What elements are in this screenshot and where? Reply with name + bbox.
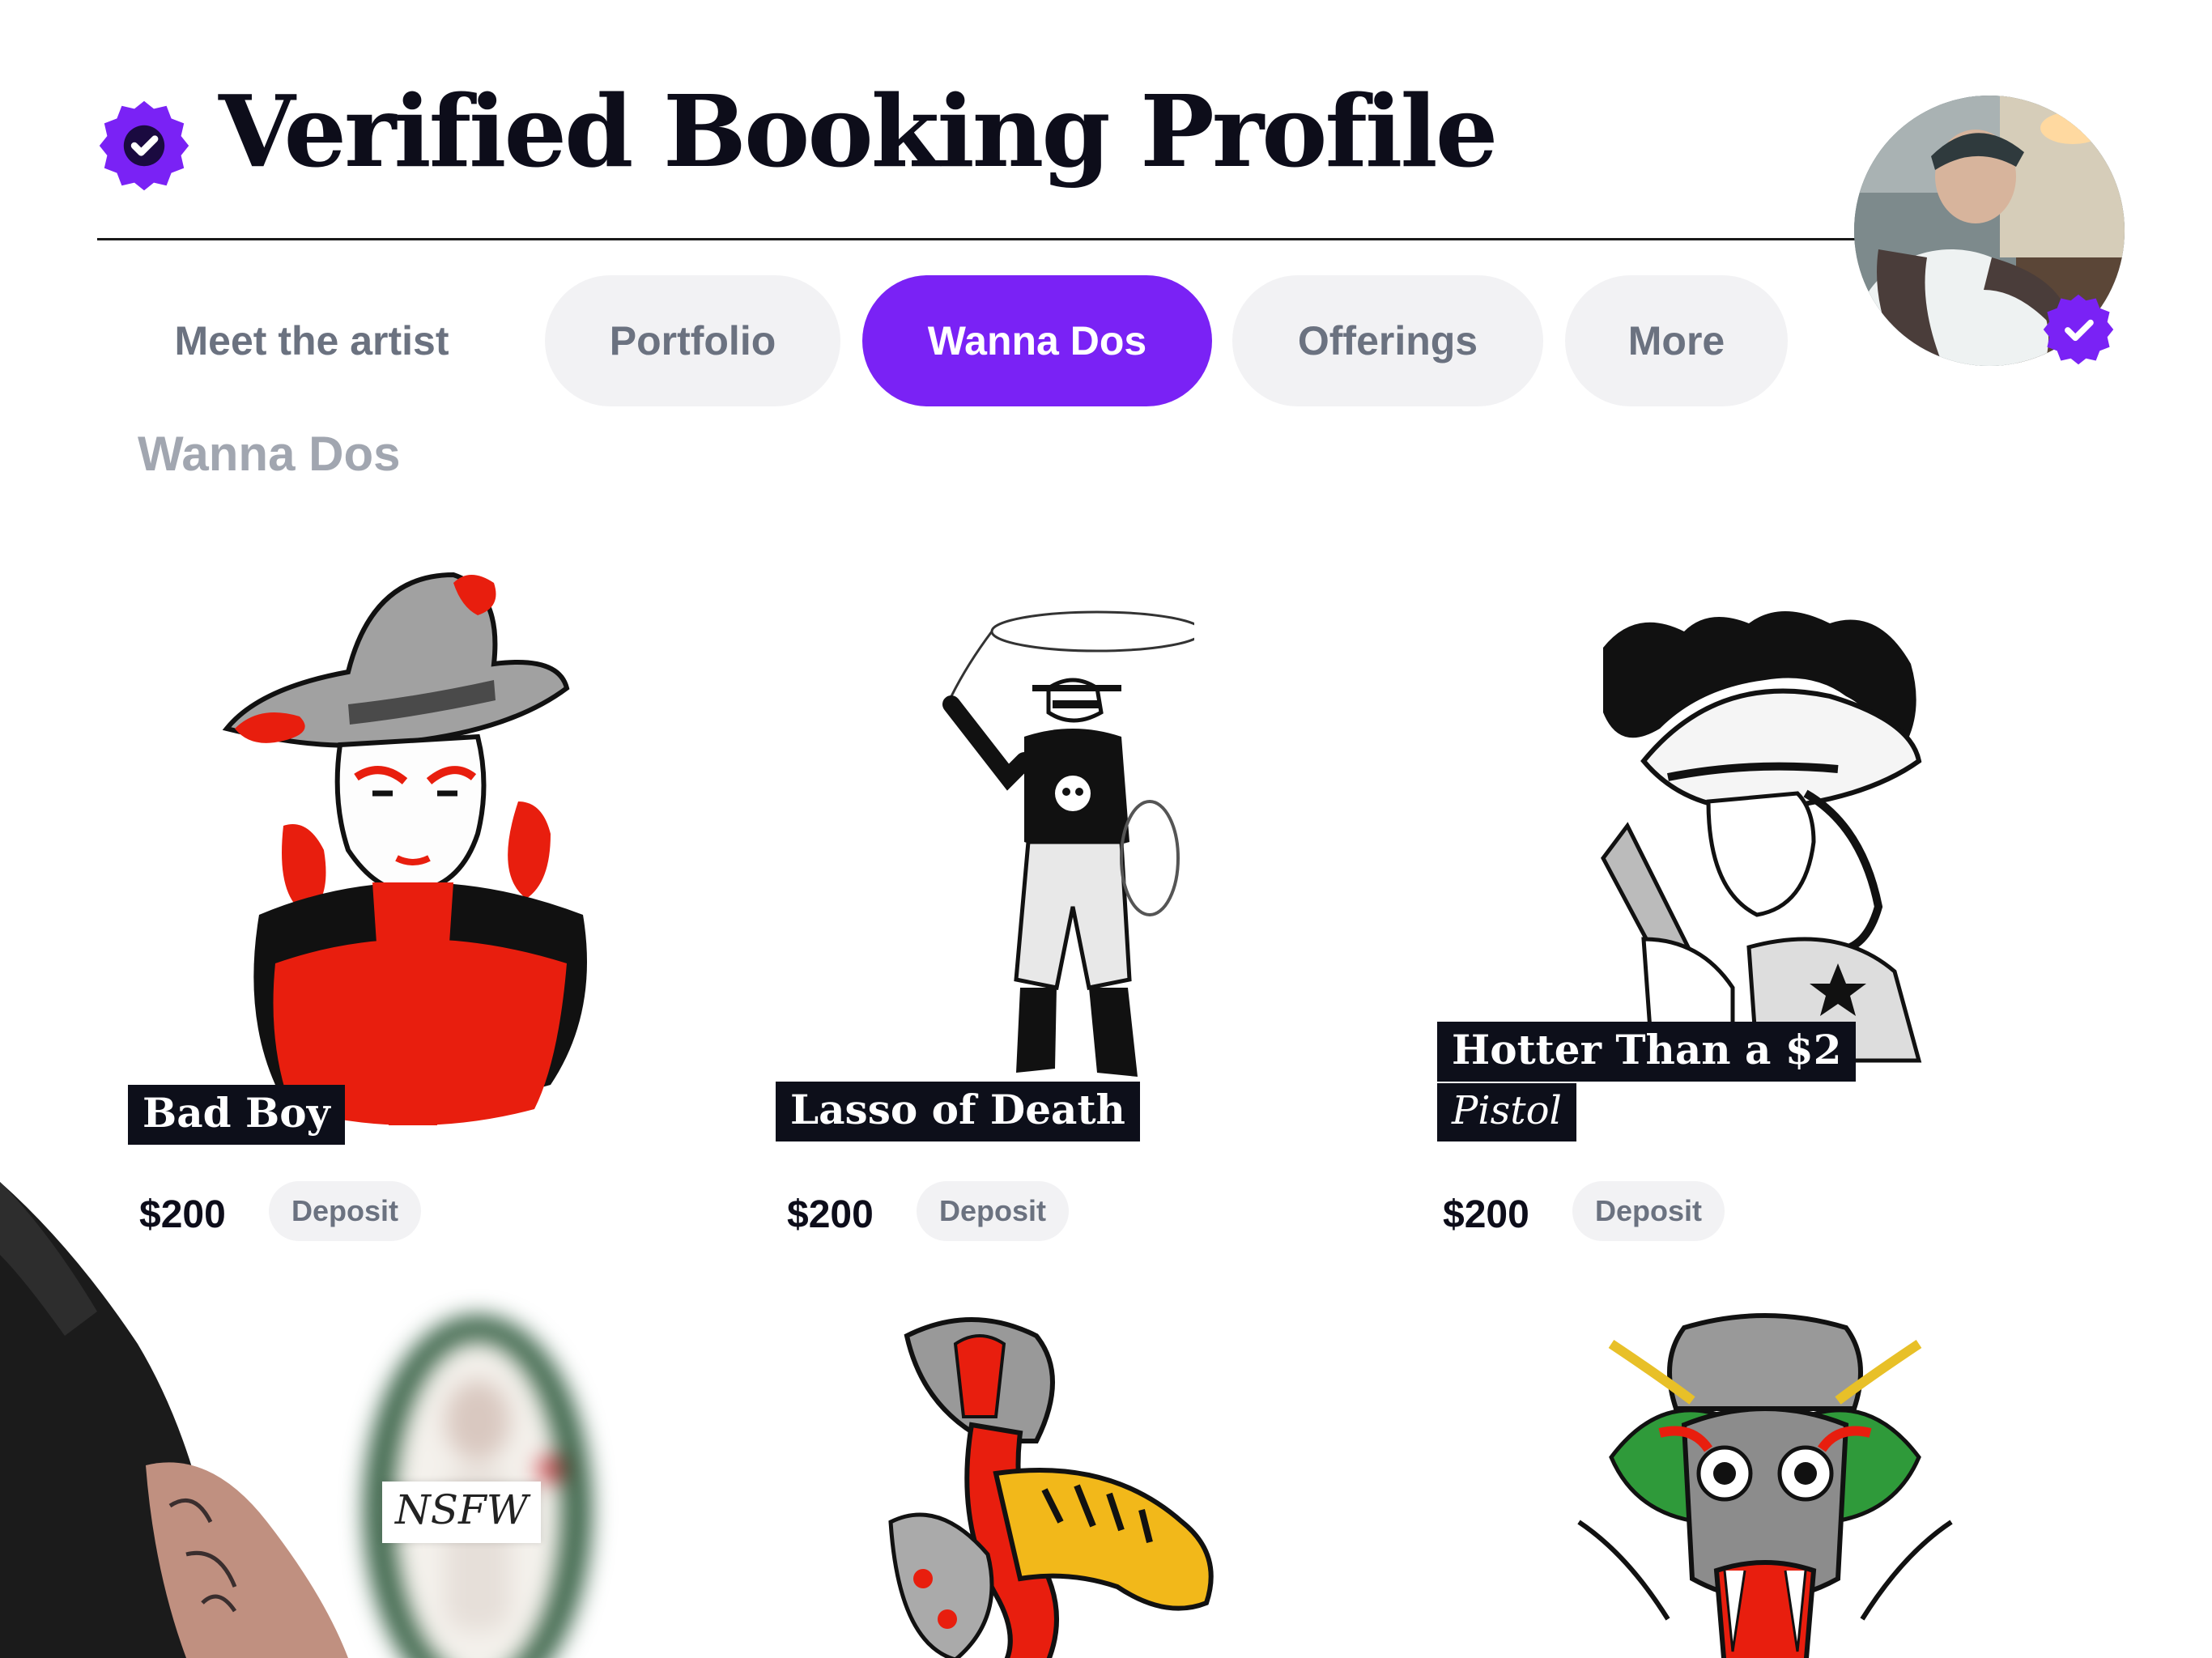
cowgirl-pistol-tattoo-icon	[1601, 611, 1922, 1063]
flash-card-hotter-than-a-2[interactable]: Hotter Than a $2 Pistol $200 Deposit	[1425, 559, 1992, 1271]
card-price: $200	[787, 1193, 874, 1236]
flash-card-lasso-of-death[interactable]: Lasso of Death $200 Deposit	[773, 559, 1340, 1271]
tab-portfolio[interactable]: Portfolio	[545, 275, 840, 406]
page-title: Verified Booking Profile	[219, 73, 1498, 189]
flash-card-dragon-mask[interactable]	[1563, 1312, 1967, 1658]
nsfw-label: NSFW	[382, 1482, 542, 1543]
card-subtitle: Pistol	[1437, 1083, 1576, 1141]
flash-card-bad-boy[interactable]: Bad Boy $200 Deposit	[121, 559, 688, 1271]
deposit-badge: Deposit	[917, 1181, 1070, 1241]
tab-wanna-dos[interactable]: Wanna Dos	[862, 275, 1212, 406]
tab-offerings[interactable]: Offerings	[1232, 275, 1543, 406]
section-title: Wanna Dos	[138, 427, 401, 481]
deposit-badge: Deposit	[1572, 1181, 1725, 1241]
cowboy-lasso-skull-tattoo-icon	[942, 610, 1194, 1077]
cobra-tiger-tattoo-icon	[888, 1317, 1214, 1658]
card-title: Bad Boy	[128, 1085, 345, 1145]
flash-card-cobra-tiger[interactable]	[874, 1312, 1312, 1658]
card-title: Lasso of Death	[776, 1082, 1140, 1141]
avatar-verified-icon	[2043, 294, 2114, 365]
card-price: $200	[1443, 1193, 1529, 1236]
cowboy-devils-tattoo-icon	[222, 572, 587, 1125]
tattooed-arm-photo	[0, 1182, 348, 1658]
tab-more[interactable]: More	[1565, 275, 1788, 406]
verified-badge-icon	[99, 100, 189, 191]
card-title: Hotter Than a $2	[1437, 1022, 1857, 1082]
dragon-mask-tattoo-icon	[1577, 1313, 1953, 1658]
tab-meet-the-artist[interactable]: Meet the artist	[121, 275, 502, 406]
header-divider	[97, 238, 1862, 240]
